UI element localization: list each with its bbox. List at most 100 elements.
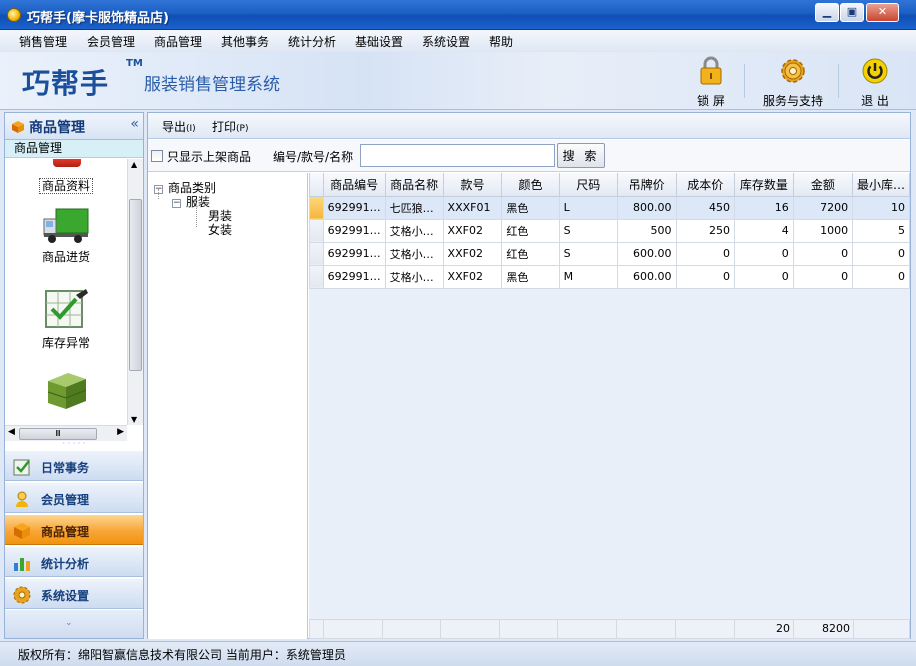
shortcut-stock-exception[interactable]: 库存异常 bbox=[5, 287, 127, 351]
table-cell: 艾格小… bbox=[384, 264, 444, 289]
shortcut-vertical-scrollbar[interactable]: ▲ ▼ bbox=[127, 159, 143, 425]
table-row[interactable]: 692991… 艾格小… XXF02 红色 S 600.00 0 0 0 0 bbox=[309, 241, 910, 266]
tree-node-womens[interactable]: 女装 bbox=[208, 221, 232, 238]
close-button[interactable]: ✕ bbox=[866, 3, 899, 22]
shortcut-list: 商品资料 商品进货 库存异常 bbox=[5, 159, 127, 425]
shortcut-product-info[interactable]: 商品资料 bbox=[5, 177, 127, 194]
scroll-down-arrow[interactable]: ▼ bbox=[131, 415, 137, 424]
nav-label: 会员管理 bbox=[41, 493, 90, 507]
table-cell: 692991… bbox=[322, 241, 386, 266]
column-header[interactable]: 金额 bbox=[792, 173, 854, 197]
menu-sales[interactable]: 销售管理 bbox=[19, 33, 67, 50]
menu-basic-settings[interactable]: 基础设置 bbox=[355, 33, 403, 50]
minimize-button[interactable]: ▁ bbox=[815, 3, 839, 22]
only-listed-checkbox[interactable] bbox=[151, 150, 163, 162]
service-support-button[interactable]: 服务与支持 bbox=[762, 56, 824, 109]
nav-system-settings[interactable]: 系统设置 bbox=[5, 578, 143, 609]
column-header[interactable]: 吊牌价 bbox=[616, 173, 677, 197]
table-cell: S bbox=[558, 218, 618, 243]
settings-icon bbox=[13, 586, 31, 604]
nav-daily-tasks[interactable]: 日常事务 bbox=[5, 450, 143, 481]
row-indicator[interactable] bbox=[309, 218, 324, 243]
column-header[interactable]: 款号 bbox=[442, 173, 503, 197]
product-folder-icon bbox=[12, 121, 24, 133]
nav-statistics[interactable]: 统计分析 bbox=[5, 546, 143, 577]
column-header[interactable]: 成本价 bbox=[675, 173, 735, 197]
nav-products[interactable]: 商品管理 bbox=[5, 514, 143, 545]
search-button[interactable]: 搜 索 bbox=[557, 143, 605, 168]
window-title: 巧帮手(摩卡服饰精品店) bbox=[27, 11, 169, 26]
column-header[interactable]: 商品编号 bbox=[322, 173, 386, 197]
totals-cell bbox=[616, 619, 675, 639]
service-support-label: 服务与支持 bbox=[762, 94, 823, 108]
scroll-thumb[interactable] bbox=[129, 199, 142, 371]
scroll-right-arrow[interactable]: ▶ bbox=[117, 427, 124, 437]
exit-button[interactable]: 退 出 bbox=[858, 56, 892, 109]
print-button[interactable]: 打印(P) bbox=[212, 118, 248, 135]
table-row[interactable]: 692991… 七匹狼… XXXF01 黑色 L 800.00 450 16 7… bbox=[309, 195, 910, 220]
scroll-up-arrow[interactable]: ▲ bbox=[131, 160, 137, 169]
menu-statistics[interactable]: 统计分析 bbox=[288, 33, 336, 50]
table-cell: 10 bbox=[852, 195, 910, 220]
lock-screen-button[interactable]: 锁 屏 bbox=[694, 56, 728, 109]
collapse-icon[interactable]: « bbox=[130, 116, 139, 132]
table-cell: 0 bbox=[852, 264, 910, 289]
menu-members[interactable]: 会员管理 bbox=[87, 33, 135, 50]
column-header[interactable]: 库存数量 bbox=[733, 173, 794, 197]
title-bar: 巧帮手(摩卡服饰精品店) ▁ ▣ ✕ bbox=[0, 0, 916, 30]
export-button[interactable]: 导出(I) bbox=[162, 118, 196, 135]
goods-stack-icon bbox=[47, 373, 87, 409]
app-icon bbox=[7, 8, 21, 22]
column-header[interactable]: 商品名称 bbox=[384, 173, 444, 197]
table-cell: S bbox=[558, 241, 618, 266]
menu-help[interactable]: 帮助 bbox=[489, 33, 513, 50]
category-tree: − 商品类别 − 服装 男装 女装 bbox=[148, 173, 308, 639]
splitter-grip[interactable]: · · · · · bbox=[5, 440, 143, 449]
table-cell: 600.00 bbox=[616, 241, 677, 266]
row-indicator[interactable] bbox=[309, 264, 324, 289]
table-cell: 艾格小… bbox=[384, 218, 444, 243]
totals-cell bbox=[382, 619, 440, 639]
table-cell: XXXF01 bbox=[442, 195, 503, 220]
restore-button[interactable]: ▣ bbox=[840, 3, 864, 22]
tree-collapse-icon[interactable]: − bbox=[172, 199, 181, 208]
table-cell: 0 bbox=[852, 241, 910, 266]
right-panel: 导出(I) 打印(P) 只显示上架商品 编号/款号/名称 搜 索 − 商品类别 −… bbox=[147, 112, 911, 639]
print-label: 打印 bbox=[212, 120, 237, 134]
gear-icon bbox=[781, 59, 805, 83]
scroll-thumb[interactable]: Ⅲ bbox=[19, 428, 97, 440]
table-cell: 红色 bbox=[501, 241, 560, 266]
nav-members[interactable]: 会员管理 bbox=[5, 482, 143, 513]
shortcut-purchase[interactable]: 商品进货 bbox=[5, 205, 127, 265]
nav-label: 统计分析 bbox=[41, 557, 90, 571]
table-row[interactable]: 692991… 艾格小… XXF02 红色 S 500 250 4 1000 5 bbox=[309, 218, 910, 243]
menu-other[interactable]: 其他事务 bbox=[221, 33, 269, 50]
products-icon bbox=[14, 523, 30, 539]
table-header-row: 商品编号 商品名称 款号 颜色 尺码 吊牌价 成本价 库存数量 金额 最小库… bbox=[309, 173, 910, 197]
row-indicator[interactable] bbox=[309, 195, 324, 220]
table-cell: XXF02 bbox=[442, 241, 503, 266]
nav-label: 商品管理 bbox=[41, 525, 90, 539]
product-table: 商品编号 商品名称 款号 颜色 尺码 吊牌价 成本价 库存数量 金额 最小库… … bbox=[309, 173, 910, 289]
menu-products[interactable]: 商品管理 bbox=[154, 33, 202, 50]
table-cell: L bbox=[558, 195, 618, 220]
left-panel-header: 商品管理 « bbox=[5, 113, 143, 140]
table-row[interactable]: 692991… 艾格小… XXF02 黑色 M 600.00 0 0 0 0 bbox=[309, 264, 910, 289]
shortcut-label: 商品进货 bbox=[41, 250, 90, 264]
column-header[interactable]: 颜色 bbox=[501, 173, 560, 197]
chevron-down-icon[interactable]: ⌄ bbox=[65, 618, 73, 628]
shortcut-label: 商品资料 bbox=[38, 178, 93, 194]
header-indicator bbox=[309, 173, 324, 197]
table-cell: 5 bbox=[852, 218, 910, 243]
scroll-left-arrow[interactable]: ◀ bbox=[8, 427, 15, 437]
search-input[interactable] bbox=[360, 144, 555, 167]
shortcut-goods[interactable] bbox=[5, 369, 127, 416]
row-indicator[interactable] bbox=[309, 241, 324, 266]
column-header[interactable]: 最小库… bbox=[852, 173, 910, 197]
column-header[interactable]: 尺码 bbox=[558, 173, 618, 197]
lock-screen-label: 锁 屏 bbox=[697, 94, 725, 108]
lock-icon bbox=[700, 56, 722, 85]
toolbar-divider bbox=[744, 64, 745, 98]
menu-system-settings[interactable]: 系统设置 bbox=[422, 33, 470, 50]
total-amount: 8200 bbox=[793, 619, 853, 639]
